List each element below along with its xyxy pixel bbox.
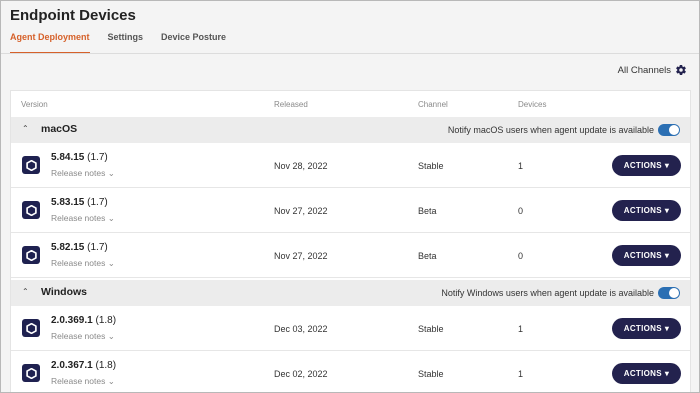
group-name: Windows [41,286,87,298]
actions-button[interactable]: ACTIONS ▾ [612,155,681,176]
released-date: Dec 02, 2022 [274,369,328,379]
chevron-down-icon: ⌄ [107,376,115,386]
table-row: 5.83.15 (1.7) Release notes ⌄ Nov 27, 20… [11,188,690,233]
chevron-down-icon: ⌄ [107,258,115,268]
column-version: Version [21,100,48,109]
caret-down-icon: ▾ [664,369,670,378]
caret-down-icon: ▾ [664,324,670,333]
release-notes-link[interactable]: Release notes ⌄ [51,258,115,269]
actions-button[interactable]: ACTIONS ▾ [612,363,681,384]
channel-value: Beta [418,206,437,216]
group-header-macos[interactable]: ⌃ macOS Notify macOS users when agent up… [11,117,690,143]
table-row: 5.82.15 (1.7) Release notes ⌄ Nov 27, 20… [11,233,690,278]
tab-bar: Agent Deployment Settings Device Posture [10,32,244,54]
release-notes-link[interactable]: Release notes ⌄ [51,213,115,224]
devices-count: 1 [518,369,524,379]
notify-label: Notify Windows users when agent update i… [441,288,654,298]
chevron-down-icon: ⌄ [107,168,115,178]
column-released: Released [274,100,308,109]
agent-logo-icon [22,246,40,264]
group-name: macOS [41,123,78,135]
gear-icon [676,65,686,76]
tab-device-posture[interactable]: Device Posture [161,32,226,54]
group-header-windows[interactable]: ⌃ Windows Notify Windows users when agen… [11,280,690,306]
version-text: 5.84.15 (1.7) [51,152,108,163]
notify-macos-toggle[interactable] [658,124,680,136]
released-date: Nov 27, 2022 [274,251,328,261]
chevron-up-icon[interactable]: ⌃ [22,124,29,133]
released-date: Nov 27, 2022 [274,206,328,216]
released-date: Nov 28, 2022 [274,161,328,171]
agent-logo-icon [22,319,40,337]
version-text: 2.0.367.1 (1.8) [51,360,117,371]
channel-value: Stable [418,369,444,379]
devices-count: 0 [518,206,524,216]
release-notes-link[interactable]: Release notes ⌄ [51,376,115,387]
column-channel: Channel [418,100,448,109]
notify-label: Notify macOS users when agent update is … [447,125,654,135]
devices-count: 1 [518,324,524,334]
endpoint-devices-page: Endpoint Devices Agent Deployment Settin… [0,0,700,393]
released-date: Dec 03, 2022 [274,324,328,334]
actions-button[interactable]: ACTIONS ▾ [612,245,681,266]
agent-logo-icon [22,201,40,219]
table-row: 2.0.369.1 (1.8) Release notes ⌄ Dec 03, … [11,306,690,351]
version-text: 2.0.369.1 (1.8) [51,315,117,326]
channel-value: Stable [418,161,444,171]
column-devices: Devices [518,100,547,109]
tabs-divider [1,53,699,54]
caret-down-icon: ▾ [664,251,670,260]
version-text: 5.82.15 (1.7) [51,242,108,253]
chevron-down-icon: ⌄ [107,213,115,223]
chevron-up-icon[interactable]: ⌃ [22,287,29,296]
release-notes-link[interactable]: Release notes ⌄ [51,331,115,342]
agent-logo-icon [22,156,40,174]
tab-settings[interactable]: Settings [108,32,144,54]
tab-agent-deployment[interactable]: Agent Deployment [10,32,90,54]
chevron-down-icon: ⌄ [107,331,115,341]
all-channels-button[interactable]: All Channels [618,64,687,76]
actions-button[interactable]: ACTIONS ▾ [612,318,681,339]
caret-down-icon: ▾ [664,161,670,170]
all-channels-label: All Channels [617,64,671,76]
caret-down-icon: ▾ [664,206,670,215]
agent-logo-icon [22,364,40,382]
channel-value: Beta [418,251,437,261]
table-row: 2.0.367.1 (1.8) Release notes ⌄ Dec 02, … [11,351,690,392]
release-notes-link[interactable]: Release notes ⌄ [51,168,115,179]
table-header: Version Released Channel Devices [11,91,690,117]
page-title: Endpoint Devices [10,7,136,24]
version-text: 5.83.15 (1.7) [51,197,108,208]
table-row: 5.84.15 (1.7) Release notes ⌄ Nov 28, 20… [11,143,690,188]
actions-button[interactable]: ACTIONS ▾ [612,200,681,221]
devices-count: 0 [518,251,524,261]
channel-value: Stable [418,324,444,334]
notify-windows-toggle[interactable] [658,287,680,299]
devices-count: 1 [518,161,524,171]
agent-versions-table: Version Released Channel Devices ⌃ macOS… [10,90,691,392]
